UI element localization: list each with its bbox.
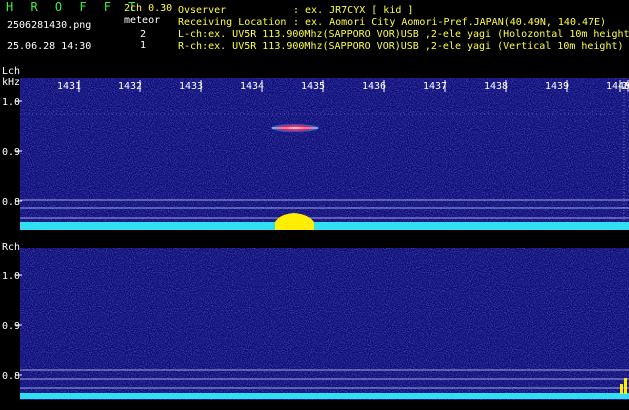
rch-y-tick: 0.8 <box>2 371 20 382</box>
rch-noise <box>20 248 629 400</box>
rch-level-spike <box>620 384 623 394</box>
lch-noise <box>20 78 629 230</box>
lch-level-bar <box>20 222 629 230</box>
rch-level-spike <box>624 378 627 394</box>
time-axis-label: 1438 <box>484 81 508 92</box>
time-axis-label: 1432 <box>118 81 142 92</box>
lch-y-tick: 1.0 <box>2 97 20 108</box>
lch-unit-label: kHz <box>2 77 20 88</box>
spectrogram-display: 1431 1432 1433 1434 1435 1436 1437 1438 1439 1440… <box>2 66 629 400</box>
time-axis-label: 1431 <box>57 81 81 92</box>
lch-y-tick: 0.9 <box>2 147 20 158</box>
rch-y-tick: 1.0 <box>2 271 20 282</box>
rch-y-tick: 0.9 <box>2 321 20 332</box>
rch-level-bar <box>20 393 629 399</box>
time-axis-label: 1437 <box>423 81 447 92</box>
time-axis-label: 1439 <box>545 81 569 92</box>
rch-channel-label: Rch <box>2 242 20 253</box>
time-axis-label: 1436 <box>362 81 386 92</box>
time-axis-label: 1433 <box>179 81 203 92</box>
lch-channel-label: Lch <box>2 66 20 77</box>
time-axis-label: 2 <box>622 81 628 92</box>
time-axis-label: 1434 <box>240 81 264 92</box>
time-axis-label: 1435 <box>301 81 325 92</box>
lch-y-tick: 0.8 <box>2 197 20 208</box>
